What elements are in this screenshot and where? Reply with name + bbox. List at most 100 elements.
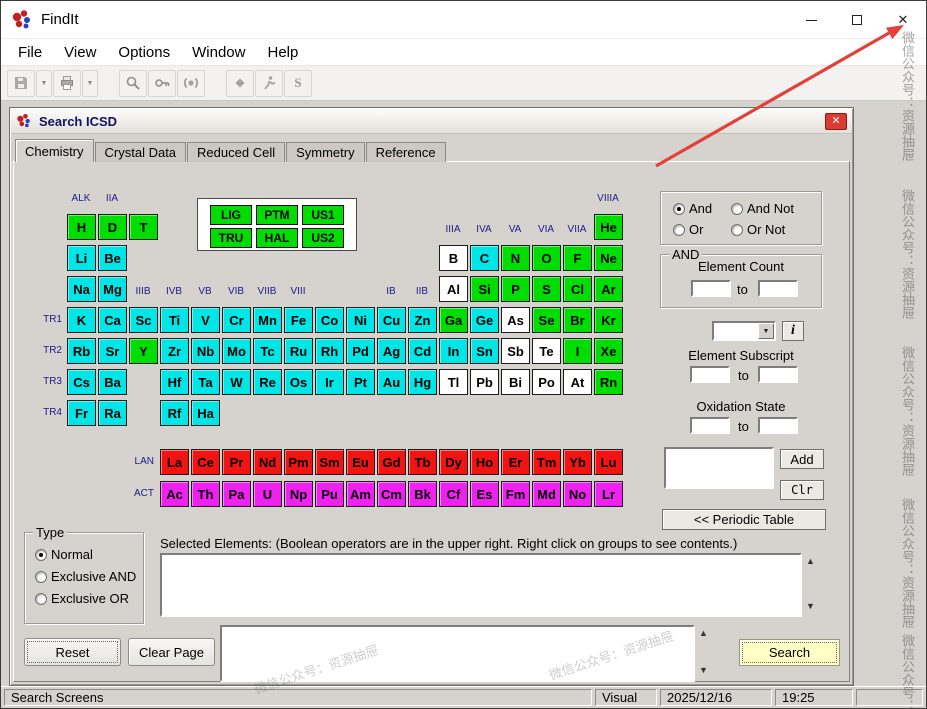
- element-Zr[interactable]: Zr: [160, 338, 189, 364]
- element-No[interactable]: No: [563, 481, 592, 507]
- query-summary-box[interactable]: [220, 625, 695, 682]
- clr-button[interactable]: Clr: [780, 480, 824, 500]
- element-Pd[interactable]: Pd: [346, 338, 375, 364]
- add-button[interactable]: Add: [780, 449, 824, 469]
- structure-button[interactable]: [226, 69, 254, 97]
- element-Au[interactable]: Au: [377, 369, 406, 395]
- element-Fr[interactable]: Fr: [67, 400, 96, 426]
- element-Eu[interactable]: Eu: [346, 449, 375, 475]
- element-Mn[interactable]: Mn: [253, 307, 282, 333]
- element-Mo[interactable]: Mo: [222, 338, 251, 364]
- stop-button[interactable]: S: [284, 69, 312, 97]
- scroll-up-icon[interactable]: ▲: [699, 629, 708, 638]
- periodic-table-toggle-button[interactable]: << Periodic Table: [662, 509, 826, 530]
- maximize-button[interactable]: [834, 1, 880, 39]
- element-Nd[interactable]: Nd: [253, 449, 282, 475]
- element-Re[interactable]: Re: [253, 369, 282, 395]
- scroll-down-icon[interactable]: ▼: [699, 666, 708, 675]
- element-expression-field[interactable]: [664, 447, 774, 489]
- element-D[interactable]: D: [98, 214, 127, 240]
- element-Na[interactable]: Na: [67, 276, 96, 302]
- element-Cm[interactable]: Cm: [377, 481, 406, 507]
- radio-normal[interactable]: Normal: [35, 547, 143, 562]
- menu-item-window[interactable]: Window: [181, 44, 256, 61]
- group-hal[interactable]: HAL: [256, 228, 298, 248]
- element-Th[interactable]: Th: [191, 481, 220, 507]
- element-Ce[interactable]: Ce: [191, 449, 220, 475]
- oxidation-min-input[interactable]: [690, 417, 730, 434]
- element-Se[interactable]: Se: [532, 307, 561, 333]
- element-I[interactable]: I: [563, 338, 592, 364]
- element-P[interactable]: P: [501, 276, 530, 302]
- print-button[interactable]: [53, 69, 81, 97]
- element-Po[interactable]: Po: [532, 369, 561, 395]
- element-Zn[interactable]: Zn: [408, 307, 437, 333]
- element-S[interactable]: S: [532, 276, 561, 302]
- element-Pa[interactable]: Pa: [222, 481, 251, 507]
- chevron-down-icon[interactable]: ▼: [758, 323, 774, 339]
- element-select-dropdown[interactable]: ▼: [712, 321, 776, 341]
- element-Rn[interactable]: Rn: [594, 369, 623, 395]
- clear-page-button[interactable]: Clear Page: [128, 638, 215, 666]
- element-Ag[interactable]: Ag: [377, 338, 406, 364]
- element-K[interactable]: K: [67, 307, 96, 333]
- radio-exclusive-and[interactable]: Exclusive AND: [35, 569, 143, 584]
- element-O[interactable]: O: [532, 245, 561, 271]
- element-Md[interactable]: Md: [532, 481, 561, 507]
- element-Pm[interactable]: Pm: [284, 449, 313, 475]
- selected-elements-box[interactable]: [160, 553, 802, 617]
- radio-and[interactable]: And: [673, 201, 731, 216]
- element-Dy[interactable]: Dy: [439, 449, 468, 475]
- tab-chemistry[interactable]: Chemistry: [15, 139, 94, 162]
- element-Ne[interactable]: Ne: [594, 245, 623, 271]
- radio-exclusive-or[interactable]: Exclusive OR: [35, 591, 143, 606]
- element-F[interactable]: F: [563, 245, 592, 271]
- element-Pr[interactable]: Pr: [222, 449, 251, 475]
- element-Hf[interactable]: Hf: [160, 369, 189, 395]
- element-Ha[interactable]: Ha: [191, 400, 220, 426]
- tab-reference[interactable]: Reference: [365, 142, 446, 162]
- element-Si[interactable]: Si: [470, 276, 499, 302]
- element-C[interactable]: C: [470, 245, 499, 271]
- element-Ar[interactable]: Ar: [594, 276, 623, 302]
- element-Ba[interactable]: Ba: [98, 369, 127, 395]
- element-Cu[interactable]: Cu: [377, 307, 406, 333]
- menu-item-view[interactable]: View: [53, 44, 107, 61]
- key-button[interactable]: [148, 69, 176, 97]
- element-Tl[interactable]: Tl: [439, 369, 468, 395]
- element-T[interactable]: T: [129, 214, 158, 240]
- oxidation-max-input[interactable]: [758, 417, 798, 434]
- element-Sm[interactable]: Sm: [315, 449, 344, 475]
- element-Np[interactable]: Np: [284, 481, 313, 507]
- element-Os[interactable]: Os: [284, 369, 313, 395]
- group-lig[interactable]: LIG: [210, 205, 252, 225]
- group-tru[interactable]: TRU: [210, 228, 252, 248]
- save-button[interactable]: [7, 69, 35, 97]
- element-Er[interactable]: Er: [501, 449, 530, 475]
- element-Hg[interactable]: Hg: [408, 369, 437, 395]
- element-As[interactable]: As: [501, 307, 530, 333]
- element-Te[interactable]: Te: [532, 338, 561, 364]
- element-Tm[interactable]: Tm: [532, 449, 561, 475]
- scroll-up-icon[interactable]: ▲: [806, 557, 815, 566]
- element-Ra[interactable]: Ra: [98, 400, 127, 426]
- element-Sn[interactable]: Sn: [470, 338, 499, 364]
- element-Ir[interactable]: Ir: [315, 369, 344, 395]
- element-Li[interactable]: Li: [67, 245, 96, 271]
- element-Am[interactable]: Am: [346, 481, 375, 507]
- element-N[interactable]: N: [501, 245, 530, 271]
- element-Es[interactable]: Es: [470, 481, 499, 507]
- element-count-min-input[interactable]: [691, 280, 731, 297]
- group-us1[interactable]: US1: [302, 205, 344, 225]
- element-Pt[interactable]: Pt: [346, 369, 375, 395]
- refresh-button[interactable]: [177, 69, 205, 97]
- element-Rh[interactable]: Rh: [315, 338, 344, 364]
- search-button[interactable]: Search: [739, 639, 840, 666]
- element-Rb[interactable]: Rb: [67, 338, 96, 364]
- element-Bi[interactable]: Bi: [501, 369, 530, 395]
- element-At[interactable]: At: [563, 369, 592, 395]
- element-Kr[interactable]: Kr: [594, 307, 623, 333]
- element-Ru[interactable]: Ru: [284, 338, 313, 364]
- element-La[interactable]: La: [160, 449, 189, 475]
- element-Ac[interactable]: Ac: [160, 481, 189, 507]
